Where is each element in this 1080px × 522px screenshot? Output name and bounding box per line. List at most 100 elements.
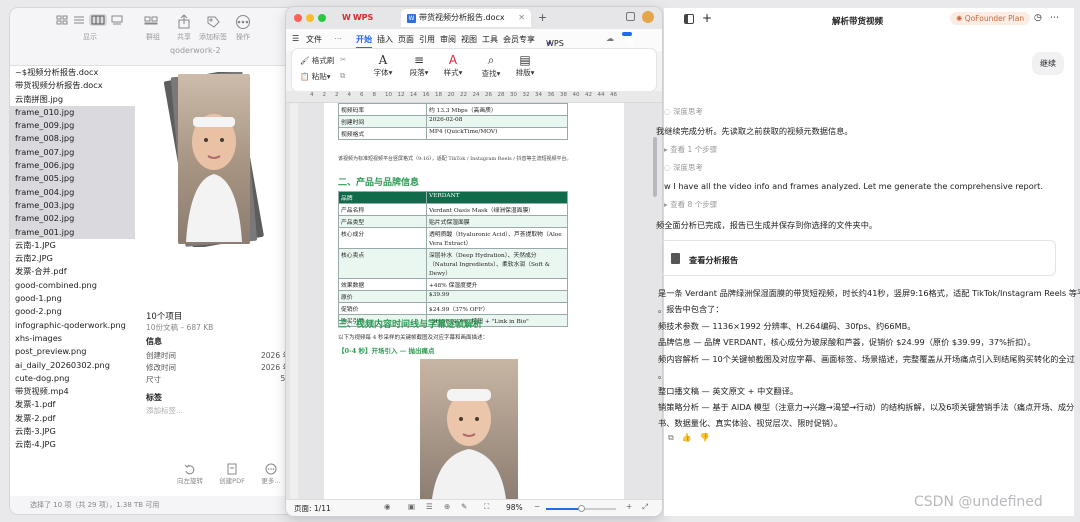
page-indicator[interactable]: 页面: 1/11 [294,503,331,514]
zoom-slider-thumb[interactable] [578,505,585,512]
zoom-window-button[interactable] [318,14,326,22]
user-avatar[interactable] [642,11,654,23]
zoom-in-icon[interactable]: + [626,502,632,511]
icon-view-icon[interactable] [55,14,69,26]
document-area[interactable]: 视频码率约 13.3 Mbps（高画质） 创建时间 2026-02-08 视频格式 MP… [286,103,662,499]
file-item[interactable]: ai_daily_20260302.png [10,359,135,372]
menu-references[interactable]: 引用 [419,34,435,45]
file-item[interactable]: frame_005.jpg [10,172,135,186]
menu-insert[interactable]: 插入 [377,34,393,45]
tag-icon[interactable] [202,14,224,32]
file-item[interactable]: frame_009.jpg [10,119,135,133]
file-item[interactable]: good-2.png [10,305,135,318]
menu-view[interactable]: 视图 [461,34,477,45]
file-item[interactable]: frame_004.jpg [10,185,135,199]
font-button[interactable]: A 字体▾ [368,53,398,78]
plan-badge[interactable]: ✺ QoFounder Plan [950,12,1031,25]
zoom-fit-icon[interactable]: ⛶ [484,502,489,512]
menu-file[interactable]: 文件 [306,34,322,45]
file-item[interactable]: post_preview.png [10,345,135,358]
file-item[interactable]: good-combined.png [10,279,135,292]
cloud-sync-icon[interactable]: ☁ [606,34,614,43]
cut-icon[interactable]: ✂ [340,55,346,64]
outline-icon[interactable]: ☰ [426,502,433,511]
file-item[interactable]: 云南-4.JPG [10,438,135,451]
menu-more-icon[interactable]: ⋯ [334,34,342,43]
file-list[interactable]: ~$视频分析报告.docx 带货视频分析报告.docx 云南拼图.jpg frame_… [10,66,135,498]
file-item[interactable]: 云南-1.JPG [10,239,135,252]
zoom-out-icon[interactable]: − [534,502,540,511]
scroll-thumb[interactable] [653,137,657,197]
format-painter-button[interactable]: 🖌 格式刷 [300,55,334,66]
sidebar-toggle-icon[interactable] [684,14,694,24]
steps-toggle-2[interactable]: ▸ 查看 8 个步骤 [664,199,717,210]
history-icon[interactable]: ◷ [1034,13,1042,23]
file-item[interactable]: 云南拼图.jpg [10,93,135,106]
file-item[interactable]: frame_008.jpg [10,132,135,146]
report-card[interactable]: 查看分析报告 [660,240,1056,276]
copy-icon[interactable]: ⧉ [340,71,345,81]
file-item[interactable]: 发票-2.pdf [10,412,135,425]
column-view-icon[interactable] [89,14,107,26]
file-item[interactable]: frame_006.jpg [10,159,135,173]
paragraph-button[interactable]: ≡ 段落▾ [404,53,434,78]
tab-wps-office[interactable]: WWPS Office [336,9,398,40]
file-item[interactable]: frame_001.jpg [10,225,135,239]
rotate-left-button[interactable]: 向左旋转 [170,463,210,485]
document-page[interactable]: 视频码率约 13.3 Mbps（高画质） 创建时间 2026-02-08 视频格式 MP… [324,103,624,499]
view-switcher[interactable] [55,14,124,26]
horizontal-ruler[interactable]: 4 2 2 4 6 8 10 12 14 16 18 20 22 24 26 28 30 32 34 36 38 40 42… [286,91,662,103]
web-view-icon[interactable]: ⊕ [444,502,450,511]
tab-close-icon[interactable]: ✕ [518,9,525,27]
paste-button[interactable]: 📋 粘贴▾ [300,71,331,82]
menu-page[interactable]: 页面 [398,34,414,45]
file-item[interactable]: frame_007.jpg [10,145,135,160]
menu-review[interactable]: 审阅 [440,34,456,45]
file-item[interactable]: 发票-1.pdf [10,398,135,411]
file-item[interactable]: cute-dog.png [10,372,135,385]
file-item[interactable]: xhs-images [10,332,135,345]
list-view-icon[interactable] [72,14,86,26]
menu-home[interactable]: 开始 [356,34,372,49]
group-icon[interactable] [142,14,164,32]
vertical-scrollbar[interactable] [652,103,658,499]
actions-icon[interactable] [232,14,254,32]
path-folder[interactable]: qoderwork-2 [170,46,221,55]
file-item[interactable]: 带货视频分析报告.docx [10,79,135,92]
thumbs-down-icon[interactable]: 👎 [700,433,710,443]
tab-document[interactable]: W 带货视频分析报告.docx ✕ [401,9,531,27]
share-button[interactable]: ⇪ 分享 [622,32,635,58]
eye-icon[interactable]: ◉ [384,502,391,511]
window-mode-icon[interactable] [626,12,635,21]
file-item[interactable]: good-1.png [10,292,135,305]
file-item[interactable]: 发票-合并.pdf [10,265,135,278]
zoom-level[interactable]: 98% [506,503,523,512]
tags-input[interactable]: 添加标签... [146,405,183,416]
page-view-icon[interactable]: ▣ [408,502,415,511]
steps-toggle-1[interactable]: ▸ 查看 1 个步骤 [664,144,717,155]
deep-thinking-1[interactable]: ◌ 深度思考 [664,106,703,117]
share-icon[interactable] [173,14,195,32]
gallery-view-icon[interactable] [110,14,124,26]
style-button[interactable]: A 样式▾ [438,53,468,78]
menu-member[interactable]: 会员专享 [503,34,535,45]
find-button[interactable]: ⌕ 查找▾ [476,53,506,79]
file-item[interactable]: 云南-3.JPG [10,425,135,438]
file-item[interactable]: 云南2.JPG [10,252,135,265]
more-button[interactable]: 更多... [256,463,286,485]
more-icon[interactable]: ⋯ [1050,13,1059,23]
close-window-button[interactable] [294,14,302,22]
file-item[interactable]: frame_010.jpg [10,105,135,120]
layout-button[interactable]: ▤ 排版▾ [510,53,540,78]
copy-icon[interactable]: ⧉ [668,433,674,443]
menu-tools[interactable]: 工具 [482,34,498,45]
file-item[interactable]: frame_002.jpg [10,212,135,226]
fullscreen-icon[interactable]: ⤢ [642,502,648,512]
zoom-slider[interactable] [546,505,616,512]
continue-button[interactable]: 继续 [1032,52,1064,75]
new-tab-button[interactable]: + [538,11,547,24]
file-item[interactable]: ~$视频分析报告.docx [10,66,135,79]
create-pdf-button[interactable]: 创建PDF [212,463,252,485]
edit-icon[interactable]: ✎ [461,502,467,511]
deep-thinking-2[interactable]: ◌ 深度思考 [664,162,703,173]
